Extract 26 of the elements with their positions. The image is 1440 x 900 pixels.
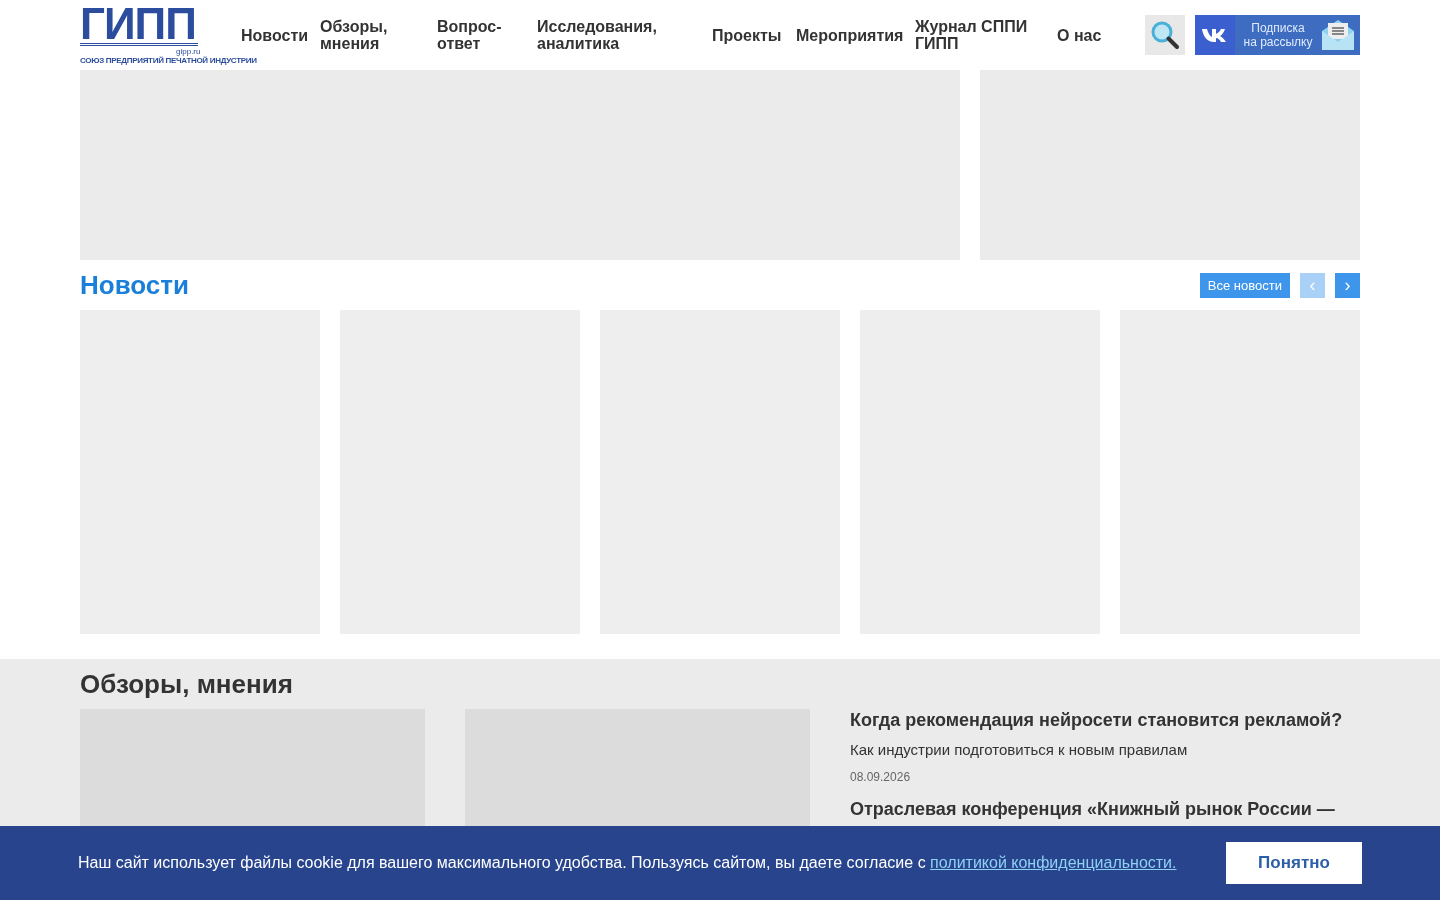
logo-caption: СОЮЗ ПРЕДПРИЯТИЙ ПЕЧАТНОЙ ИНДУСТРИИ xyxy=(80,56,257,65)
nav-link[interactable]: Вопрос-ответ xyxy=(437,18,537,52)
accept-button[interactable]: Понятно xyxy=(1226,842,1362,884)
nav-link[interactable]: Проекты xyxy=(712,26,796,44)
nav-link[interactable]: Журнал СППИ ГИПП xyxy=(915,18,1057,52)
envelope-icon xyxy=(1321,19,1355,51)
nav-link[interactable]: Мероприятия xyxy=(796,26,915,44)
nav-link[interactable]: Исследования, аналитика xyxy=(537,18,712,52)
section-title: Новости xyxy=(80,269,189,301)
section-title: Обзоры, мнения xyxy=(80,668,294,701)
privacy-link[interactable]: политикой конфиденциальности. xyxy=(930,854,1177,871)
article-date: 08.09.2026 xyxy=(850,770,912,784)
article-headline[interactable]: Отраслевая конференция «Книжный рынок России — xyxy=(850,799,1360,819)
nav-link[interactable]: О нас xyxy=(1057,26,1127,44)
article-headline[interactable]: Когда рекомендация нейросети становится рекламой? xyxy=(850,710,1360,730)
nav-link[interactable]: Обзоры, мнения xyxy=(320,18,437,52)
search-icon xyxy=(1150,20,1180,50)
search-button[interactable] xyxy=(1145,15,1185,55)
nav-link[interactable]: Новости xyxy=(241,26,320,44)
subscribe-button[interactable]: Подписка на рассылку xyxy=(1195,15,1360,55)
article-subtitle: Как индустрии подготовиться к новым правилам xyxy=(850,741,1189,758)
subscribe-label: Подписка на рассылку xyxy=(1242,21,1314,49)
logo-domain: gipp.ru xyxy=(176,47,201,56)
logo-wordmark[interactable]: ГИПП xyxy=(80,5,196,43)
vk-icon xyxy=(1201,27,1229,43)
cookie-notice: Наш сайт использует файлы cookie для вашего максимального удобства. Пользуясь сайтом, вы даете согласие с политикой конфиденциальности. xyxy=(78,854,1178,872)
